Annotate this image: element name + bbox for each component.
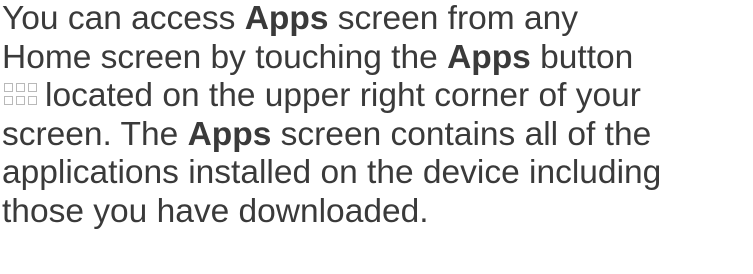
text-segment: screen. The [2, 115, 188, 153]
text-segment: those you have downloaded. [2, 192, 429, 230]
apps-keyword: Apps [447, 38, 531, 76]
apps-keyword: Apps [187, 115, 272, 153]
text-line-6: those you have downloaded. [2, 193, 752, 232]
instruction-paragraph: You can access Apps screen from any Home… [2, 0, 752, 231]
text-line-4: screen. The Apps screen contains all of … [2, 116, 752, 155]
text-segment: button [530, 38, 634, 76]
text-line-1: You can access Apps screen from any [2, 0, 752, 39]
text-segment: Home screen by touching the [2, 38, 448, 76]
text-segment: You can access [2, 0, 245, 37]
text-line-3: located on the upper right corner of you… [2, 77, 752, 116]
text-segment: screen contains all of the [271, 115, 652, 153]
apps-grid-icon [4, 83, 37, 106]
text-line-5: applications installed on the device inc… [2, 154, 752, 193]
text-segment: applications installed on the device inc… [2, 154, 662, 191]
text-segment: screen from any [328, 0, 578, 37]
apps-keyword: Apps [244, 0, 329, 37]
text-segment: located on the upper right corner of you… [45, 77, 641, 114]
text-line-2: Home screen by touching the Apps button [2, 39, 752, 78]
